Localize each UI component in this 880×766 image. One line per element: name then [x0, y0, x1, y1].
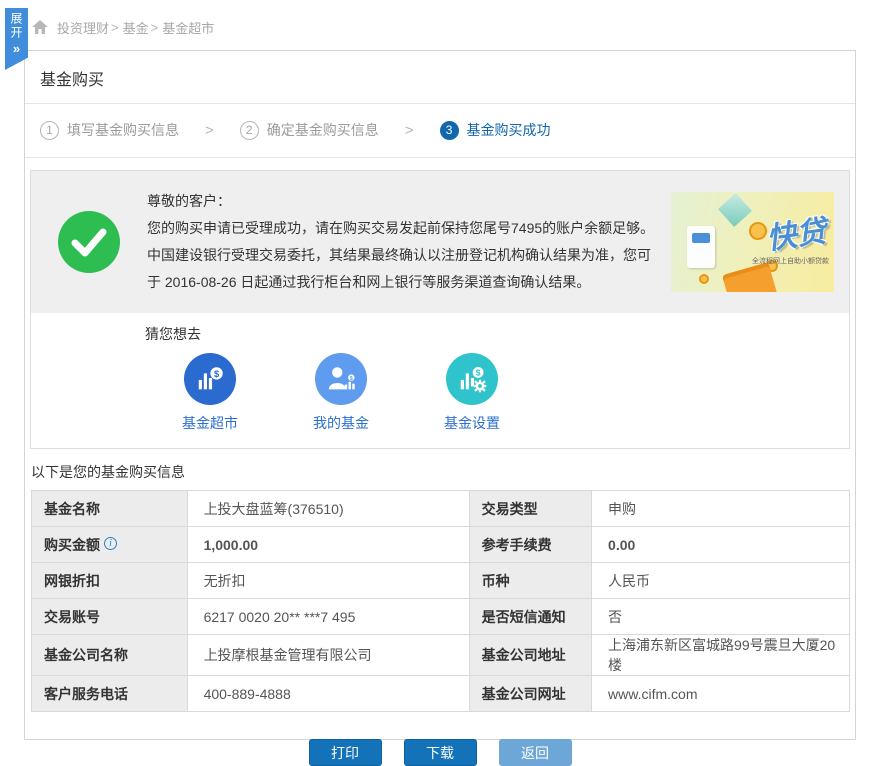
download-button[interactable]: 下载	[404, 739, 477, 766]
step-3-label: 基金购买成功	[467, 120, 551, 140]
field-label: 基金公司名称	[32, 635, 188, 676]
success-message: 尊敬的客户： 您的购买申请已受理成功，请在购买交易发起前保持您尾号7495的账户…	[147, 188, 659, 296]
purchase-info-table: 基金名称 上投大盘蓝筹(376510) 交易类型 申购 购买金额 i 1,000.…	[31, 490, 850, 712]
table-row: 客户服务电话 400-889-4888 基金公司网址 www.cifm.com	[32, 676, 850, 712]
shortcut-label: 我的基金	[301, 413, 381, 433]
shortcut-fund-settings[interactable]: $	[432, 353, 512, 433]
field-value-url: www.cifm.com	[592, 676, 850, 712]
field-value: 上投大盘蓝筹(376510)	[187, 491, 469, 527]
table-row: 基金公司名称 上投摩根基金管理有限公司 基金公司地址 上海浦东新区富城路99号震…	[32, 635, 850, 676]
field-label: 交易类型	[469, 491, 591, 527]
quick-loan-ad-banner[interactable]: 快贷 全流程网上自助小额贷款	[671, 192, 834, 292]
message-line2: 中国建设银行受理交易委托，其结果最终确认以注册登记机构确认结果为准，您可于 20…	[147, 242, 659, 296]
field-label: 是否短信通知	[469, 599, 591, 635]
field-label: 购买金额 i	[32, 527, 188, 563]
svg-text:$: $	[350, 376, 353, 382]
field-label: 交易账号	[32, 599, 188, 635]
field-value: 上投摩根基金管理有限公司	[187, 635, 469, 676]
success-check-icon	[58, 211, 120, 273]
step-1: 1 填写基金购买信息	[40, 120, 179, 140]
banner-diamond-decoration	[718, 193, 752, 227]
step-separator-icon: >	[405, 122, 414, 139]
breadcrumb-item-fund-market[interactable]: 基金超市	[162, 18, 214, 37]
banner-title: 快贷	[763, 206, 829, 258]
suggestions-title: 猜您想去	[145, 324, 849, 344]
field-value: 否	[592, 599, 850, 635]
breadcrumb-separator: >	[111, 20, 119, 35]
step-indicator: 1 填写基金购买信息 > 2 确定基金购买信息 > 3 基金购买成功	[25, 104, 855, 158]
info-table-title: 以下是您的基金购买信息	[31, 462, 855, 482]
page-title: 基金购买	[25, 51, 855, 104]
double-arrow-icon: »	[13, 41, 20, 56]
success-message-area: 尊敬的客户： 您的购买申请已受理成功，请在购买交易发起前保持您尾号7495的账户…	[31, 171, 849, 313]
banner-subtitle: 全流程网上自助小额贷款	[752, 256, 829, 266]
field-label: 网银折扣	[32, 563, 188, 599]
message-salutation: 尊敬的客户：	[147, 188, 659, 215]
banner-wallet-decoration	[722, 262, 778, 292]
field-label: 基金公司地址	[469, 635, 591, 676]
step-3-circle: 3	[440, 121, 459, 140]
suggestions-area: 猜您想去 $ 基金超市	[31, 313, 849, 448]
field-label: 参考手续费	[469, 527, 591, 563]
message-line1: 您的购买申请已受理成功，请在购买交易发起前保持您尾号7495的账户余额足够。	[147, 215, 659, 242]
field-value: 无折扣	[187, 563, 469, 599]
step-2-label: 确定基金购买信息	[267, 120, 379, 140]
shortcut-fund-market[interactable]: $ 基金超市	[170, 353, 250, 433]
field-label: 客户服务电话	[32, 676, 188, 712]
back-button[interactable]: 返回	[499, 739, 572, 766]
svg-text:$: $	[214, 369, 220, 379]
fund-settings-icon: $	[446, 353, 498, 405]
field-label: 币种	[469, 563, 591, 599]
step-3-active: 3 基金购买成功	[440, 120, 551, 140]
svg-text:$: $	[476, 368, 481, 378]
table-row: 基金名称 上投大盘蓝筹(376510) 交易类型 申购	[32, 491, 850, 527]
breadcrumb: 投资理财 > 基金 > 基金超市	[32, 18, 216, 37]
step-1-label: 填写基金购买信息	[67, 120, 179, 140]
table-row: 交易账号 6217 0020 20** ***7 495 是否短信通知 否	[32, 599, 850, 635]
field-value-amount: 1,000.00	[187, 527, 469, 563]
step-2: 2 确定基金购买信息	[240, 120, 379, 140]
table-row: 网银折扣 无折扣 币种 人民币	[32, 563, 850, 599]
step-2-circle: 2	[240, 121, 259, 140]
banner-coin-icon	[699, 274, 709, 284]
field-value: 上海浦东新区富城路99号震旦大厦20楼	[592, 635, 850, 676]
field-label: 基金公司网址	[469, 676, 591, 712]
action-buttons: 打印 下载 返回	[25, 739, 855, 766]
banner-card-decoration	[687, 226, 715, 268]
home-icon	[32, 20, 48, 35]
print-button[interactable]: 打印	[309, 739, 382, 766]
field-value: 400-889-4888	[187, 676, 469, 712]
fund-market-icon: $	[184, 353, 236, 405]
result-container: 尊敬的客户： 您的购买申请已受理成功，请在购买交易发起前保持您尾号7495的账户…	[30, 170, 850, 449]
expand-tab-label: 展开	[8, 12, 25, 40]
breadcrumb-item-invest[interactable]: 投资理财	[57, 18, 109, 37]
field-value: 人民币	[592, 563, 850, 599]
main-panel: 基金购买 1 填写基金购买信息 > 2 确定基金购买信息 > 3 基金购买成功	[24, 50, 856, 740]
field-value-fee: 0.00	[592, 527, 850, 563]
field-label: 基金名称	[32, 491, 188, 527]
field-label-text: 购买金额	[44, 537, 100, 553]
shortcut-label: 基金超市	[170, 413, 250, 433]
field-value: 申购	[592, 491, 850, 527]
field-value-account: 6217 0020 20** ***7 495	[187, 599, 469, 635]
info-icon[interactable]: i	[104, 537, 117, 550]
my-funds-icon: $	[315, 353, 367, 405]
step-separator-icon: >	[205, 122, 214, 139]
shortcut-label: 基金设置	[432, 413, 512, 433]
breadcrumb-item-fund[interactable]: 基金	[123, 18, 149, 37]
shortcut-my-funds[interactable]: $ 我的基金	[301, 353, 381, 433]
step-1-circle: 1	[40, 121, 59, 140]
table-row: 购买金额 i 1,000.00 参考手续费 0.00	[32, 527, 850, 563]
breadcrumb-separator: >	[151, 20, 159, 35]
